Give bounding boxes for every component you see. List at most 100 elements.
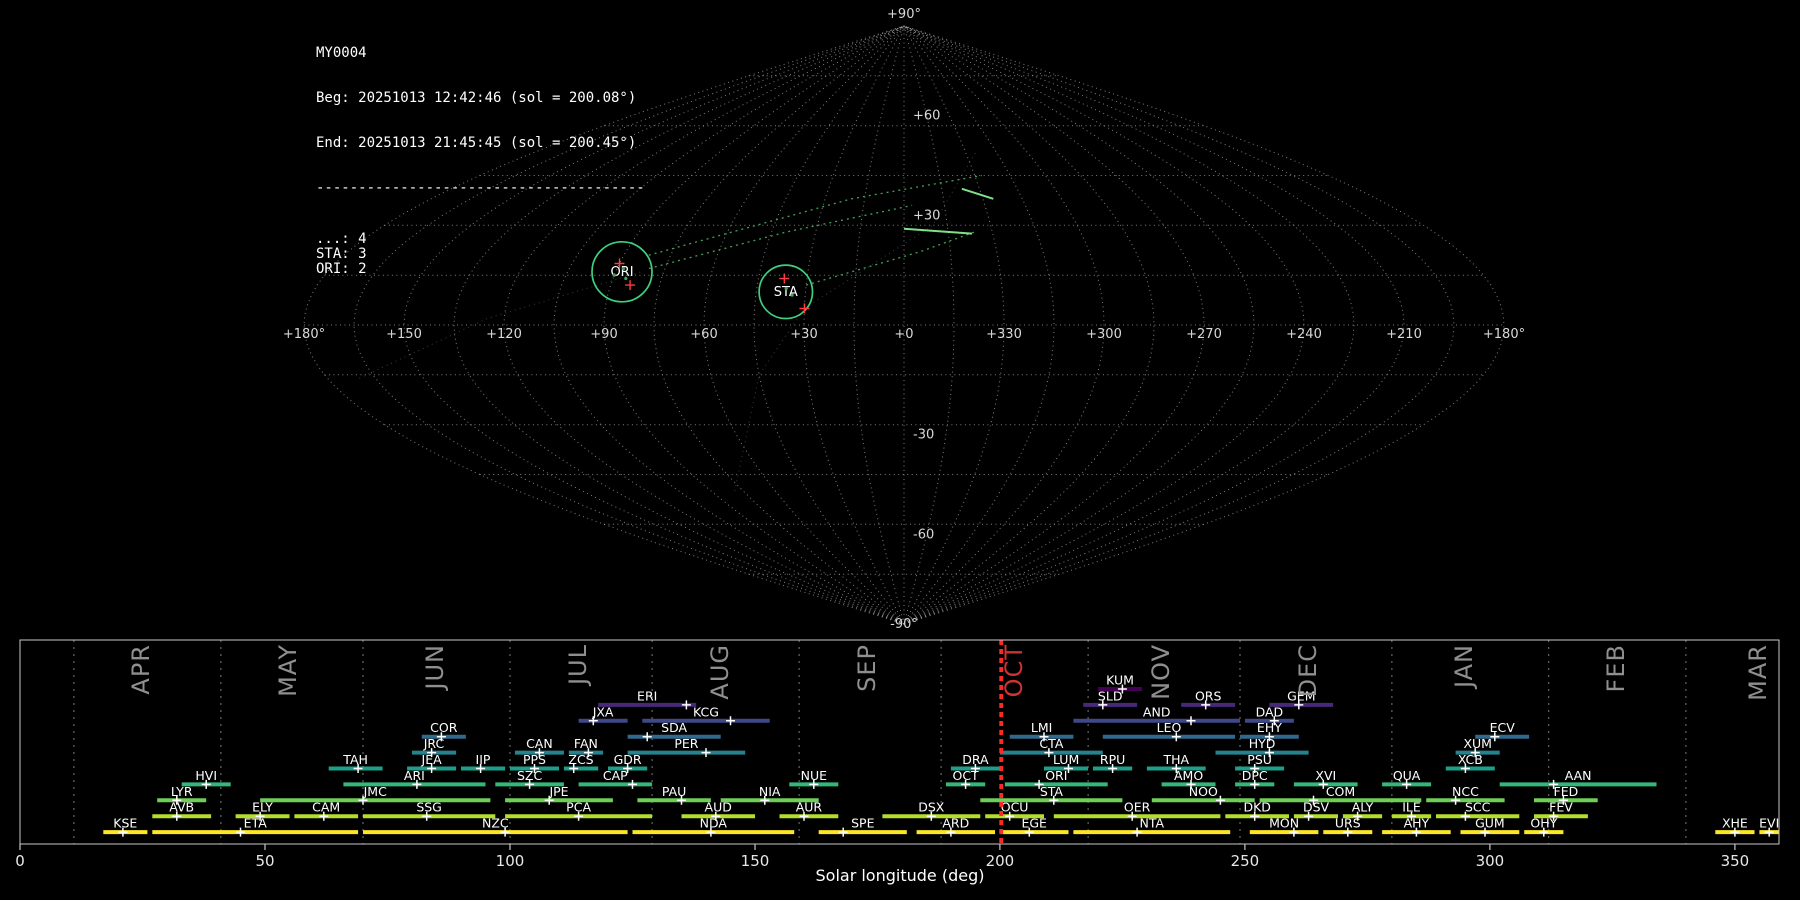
shower-code-label: EGE <box>1021 816 1047 831</box>
meteor-trail <box>903 227 973 235</box>
shower-code-label: TAH <box>342 752 368 767</box>
month-label: JUN <box>421 644 449 690</box>
shower-code-label: SSG <box>416 800 442 815</box>
shower-code-label: EVI <box>1759 816 1779 831</box>
shower-code-label: JEA <box>421 752 443 767</box>
month-label: NOV <box>1147 644 1175 700</box>
shower-code-label: JRC <box>423 736 445 751</box>
month-label: MAY <box>274 644 302 697</box>
shower-code-label: ARI <box>404 768 425 783</box>
shower-code-label: LEO <box>1157 720 1182 735</box>
month-label: APR <box>127 644 155 695</box>
shower-code-label: IIP <box>476 752 491 767</box>
shower-code-label: GUM <box>1475 816 1505 831</box>
shower-code-label: AVB <box>169 800 194 815</box>
month-label: MAR <box>1744 644 1772 701</box>
month-label: JAN <box>1450 644 1478 689</box>
map-lat-label: +60 <box>913 109 940 124</box>
meteor-counts: ...: 4 STA: 3 ORI: 2 <box>316 232 645 277</box>
map-lon-label: +60 <box>690 327 717 342</box>
shower-code-label: NDA <box>700 816 728 831</box>
shower-code-label: AUD <box>705 800 732 815</box>
shower-code-label: SPE <box>851 816 874 831</box>
station-id: MY0004 <box>316 45 367 61</box>
separator-line: --------------------------------------- <box>316 180 645 196</box>
shower-code-label: AUR <box>796 800 823 815</box>
map-lat-label: -30 <box>913 428 934 443</box>
shower-code-label: LYR <box>171 784 193 799</box>
map-meridian <box>853 25 905 625</box>
shower-code-label: CTA <box>1039 736 1063 751</box>
shower-code-label: GDR <box>614 752 642 767</box>
radiant-dot <box>784 286 788 291</box>
meteor-marker <box>779 273 790 284</box>
map-lon-label: +30 <box>790 327 817 342</box>
meteor-trail <box>961 187 994 200</box>
shower-code-label: OCU <box>1001 800 1029 815</box>
shower-code-label: ARD <box>942 816 969 831</box>
shower-code-label: CAN <box>526 736 553 751</box>
shower-code-label: ZCS <box>568 752 593 767</box>
shower-code-label: PPS <box>523 752 546 767</box>
shower-code-label: DKD <box>1243 800 1270 815</box>
map-lon-label: +270 <box>1186 327 1222 342</box>
count-line: STA: 3 <box>316 246 367 262</box>
map-pole-label: +90° <box>887 7 921 22</box>
shower-code-label: AHY <box>1404 816 1430 831</box>
shower-code-label: NTA <box>1140 816 1165 831</box>
shower-code-label: DSV <box>1303 800 1330 815</box>
shower-code-label: AMO <box>1174 768 1203 783</box>
month-label: AUG <box>706 644 734 700</box>
shower-code-label: SZC <box>517 768 542 783</box>
shower-code-label: COM <box>1326 784 1355 799</box>
map-lon-label: +300 <box>1086 327 1122 342</box>
shower-code-label: SDA <box>661 720 687 735</box>
shower-code-label: NOO <box>1189 784 1218 799</box>
shower-code-label: DAD <box>1256 704 1284 719</box>
shower-code-label: OCT <box>952 768 979 783</box>
shower-peak-marker <box>726 716 735 726</box>
shower-code-label: JXA <box>592 704 614 719</box>
shower-peak-marker <box>838 827 848 837</box>
map-lon-label: +180° <box>1483 327 1525 342</box>
observation-info: MY0004 Beg: 20251013 12:42:46 (sol = 200… <box>316 16 645 307</box>
map-meridian <box>903 25 1355 625</box>
count-line: ORI: 2 <box>316 261 367 277</box>
shower-code-label: OHY <box>1530 816 1557 831</box>
shower-code-label: XCB <box>1458 752 1483 767</box>
shower-code-label: ETA <box>244 816 268 831</box>
shower-code-label: ECV <box>1490 720 1516 735</box>
shower-code-label: JPE <box>548 784 568 799</box>
meteor-trail <box>648 204 913 270</box>
shower-code-label: FED <box>1554 784 1579 799</box>
shower-code-label: COR <box>430 720 458 735</box>
shower-code-label: PAU <box>662 784 686 799</box>
map-lon-label: +90 <box>590 327 617 342</box>
shower-peak-marker <box>681 700 691 710</box>
map-lon-label: +240 <box>1286 327 1322 342</box>
shower-code-label: NCC <box>1452 784 1479 799</box>
radiant-activity-screen: +180° +150 +120 +90 +60 +30 +0 +330 +300 +270 +240… <box>0 0 1800 900</box>
shower-code-label: XVI <box>1315 768 1336 783</box>
shower-code-label: ORS <box>1195 688 1222 703</box>
shower-code-label: PER <box>674 736 698 751</box>
shower-code-label: XHE <box>1722 816 1748 831</box>
shower-peak-marker <box>1186 716 1196 726</box>
shower-code-label: SLD <box>1098 688 1123 703</box>
shower-code-label: DPC <box>1242 768 1268 783</box>
month-label: DEC <box>1294 644 1322 698</box>
radiant-dot <box>790 293 794 297</box>
shower-code-label: EHY <box>1257 720 1282 735</box>
shower-code-label: ORI <box>1045 768 1067 783</box>
shower-peak-marker <box>642 732 652 742</box>
shower-code-label: ERI <box>637 688 657 703</box>
shower-code-label: STA <box>1040 784 1064 799</box>
shower-code-label: HYD <box>1249 736 1276 751</box>
shower-code-label: MON <box>1269 816 1299 831</box>
shower-peak-marker <box>701 748 711 758</box>
plot-canvas: +180° +150 +120 +90 +60 +30 +0 +330 +300 +270 +240… <box>15 7 1780 870</box>
shower-code-label: AND <box>1143 704 1171 719</box>
shower-code-label: KSE <box>113 816 137 831</box>
meteor-marker <box>799 303 810 314</box>
month-label: OCT <box>1000 644 1028 698</box>
